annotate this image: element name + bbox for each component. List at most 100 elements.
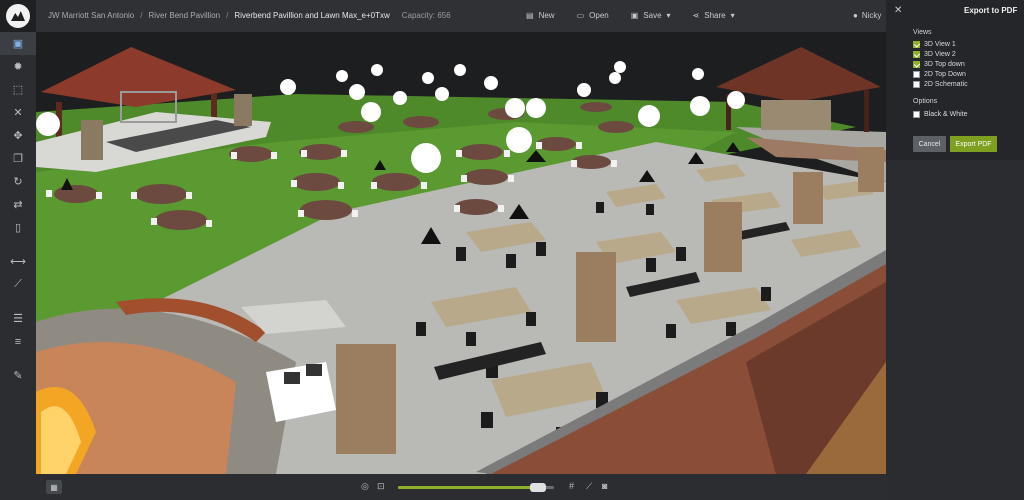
option-label: Black & White bbox=[924, 111, 968, 118]
options-label: Options bbox=[913, 98, 938, 105]
zoom-slider[interactable] bbox=[398, 483, 554, 492]
left-toolbar: ▣ ✹ ⬚ ✕ ✥ ❐ ↻ ⇄ ▯ ⟷ ⟋ ☰ ≡ ✎ bbox=[0, 32, 36, 500]
measure-width-icon: ⟷ bbox=[10, 256, 26, 268]
checkbox-checked[interactable] bbox=[913, 41, 920, 48]
share-button[interactable]: ⋖ Share ▾ bbox=[693, 11, 735, 20]
toolbar-divider bbox=[0, 353, 36, 364]
chevron-down-icon: ▾ bbox=[730, 11, 735, 20]
tool-swap[interactable]: ⇄ bbox=[0, 193, 36, 216]
file-actions: ▤ New ▭ Open ▣ Save ▾ ⋖ Share ▾ bbox=[526, 11, 735, 20]
tool-notes[interactable]: ✎ bbox=[0, 364, 36, 387]
tool-lighting[interactable]: ✹ bbox=[0, 55, 36, 78]
bottom-bar: ▦ ◎ ⊡ # ⟋ ◙ bbox=[36, 474, 886, 500]
tool-copy[interactable]: ❐ bbox=[0, 147, 36, 170]
close-x-icon: ✕ bbox=[13, 107, 23, 119]
logo-icon bbox=[6, 4, 30, 28]
panel-title: Export to PDF bbox=[964, 6, 1018, 15]
checkbox-unchecked[interactable] bbox=[913, 111, 920, 118]
pavilion-post bbox=[864, 90, 869, 132]
option-black-white[interactable]: Black & White bbox=[913, 111, 968, 118]
view-option-2d-schematic[interactable]: 2D Schematic bbox=[913, 81, 968, 88]
tool-align[interactable]: ☰ bbox=[0, 307, 36, 330]
rotate-icon: ↻ bbox=[13, 176, 23, 188]
checkbox-unchecked[interactable] bbox=[913, 71, 920, 78]
capacity-label: Capacity: 656 bbox=[401, 11, 451, 20]
tool-3d-view[interactable]: ▣ bbox=[0, 32, 36, 55]
tool-distribute[interactable]: ≡ bbox=[0, 330, 36, 353]
open-button[interactable]: ▭ Open bbox=[577, 11, 609, 20]
zoom-slider-fill bbox=[398, 486, 538, 489]
camera-icon[interactable]: ◙ bbox=[602, 481, 607, 491]
new-file-icon: ▤ bbox=[526, 11, 534, 20]
save-disk-icon: ▣ bbox=[630, 11, 639, 20]
frame-icon[interactable]: ⊡ bbox=[377, 481, 385, 492]
tool-select-frame[interactable]: ⬚ bbox=[0, 78, 36, 101]
view-option-label: 3D Top down bbox=[924, 61, 965, 68]
view-toggle-button[interactable]: ▦ bbox=[46, 480, 62, 494]
new-button[interactable]: ▤ New bbox=[526, 11, 555, 20]
chafing-dish bbox=[284, 372, 300, 384]
open-label: Open bbox=[589, 11, 609, 20]
view-option-3d-view-2[interactable]: 3D View 2 bbox=[913, 51, 956, 58]
move-arrows-icon: ✥ bbox=[13, 130, 23, 142]
3d-viewport[interactable] bbox=[36, 32, 886, 474]
app-logo[interactable] bbox=[0, 0, 36, 32]
tool-measure[interactable]: ⟷ bbox=[0, 250, 36, 273]
cube-3d-icon: ▣ bbox=[12, 38, 24, 50]
align-center-icon: ☰ bbox=[13, 313, 23, 325]
close-icon[interactable]: ✕ bbox=[894, 5, 902, 16]
venue-scene bbox=[36, 32, 886, 474]
view-option-3d-top-down[interactable]: 3D Top down bbox=[913, 61, 965, 68]
view-option-label: 2D Schematic bbox=[924, 81, 968, 88]
tool-rotate[interactable]: ↻ bbox=[0, 170, 36, 193]
distribute-icon: ≡ bbox=[14, 335, 22, 348]
save-button[interactable]: ▣ Save ▾ bbox=[631, 11, 671, 20]
share-label: Share bbox=[704, 11, 726, 20]
edit-note-icon: ✎ bbox=[13, 370, 23, 382]
checkbox-unchecked[interactable] bbox=[913, 81, 920, 88]
share-icon: ⋖ bbox=[692, 11, 700, 20]
views-label: Views bbox=[913, 29, 932, 36]
swap-arrows-icon: ⇄ bbox=[13, 199, 23, 211]
new-label: New bbox=[538, 11, 555, 20]
panel-background bbox=[886, 160, 1024, 500]
export-dialog: ✕ Export to PDF Views 3D View 1 3D View … bbox=[886, 0, 1024, 160]
view-option-label: 3D View 2 bbox=[924, 51, 956, 58]
zoom-slider-thumb[interactable] bbox=[530, 483, 546, 492]
toolbar-divider bbox=[0, 296, 36, 307]
breadcrumb-room[interactable]: River Bend Pavillion bbox=[149, 11, 221, 20]
sun-light-icon: ✹ bbox=[13, 61, 23, 73]
cancel-button[interactable]: Cancel bbox=[913, 136, 946, 152]
trash-icon: ▯ bbox=[14, 222, 22, 234]
tool-delete[interactable]: ▯ bbox=[0, 216, 36, 239]
ruler-icon: ⟋ bbox=[14, 278, 22, 290]
grid-hash-icon[interactable]: # bbox=[569, 481, 574, 491]
export-panel: ✕ Export to PDF Views 3D View 1 3D View … bbox=[886, 0, 1024, 500]
folder-icon: ▭ bbox=[576, 11, 585, 20]
breadcrumb-venue[interactable]: JW Marriott San Antonio bbox=[48, 11, 134, 20]
tool-deselect[interactable]: ✕ bbox=[0, 101, 36, 124]
chafing-dish bbox=[306, 364, 322, 376]
checkbox-checked[interactable] bbox=[913, 51, 920, 58]
breadcrumb-layout: Riverbend Pavillion and Lawn Max_e+0Txw bbox=[234, 11, 390, 20]
target-icon[interactable]: ◎ bbox=[361, 481, 369, 492]
breadcrumb: JW Marriott San Antonio / River Bend Pav… bbox=[48, 11, 451, 20]
stone-pillar bbox=[234, 94, 252, 126]
view-option-label: 2D Top Down bbox=[924, 71, 966, 78]
checkbox-checked[interactable] bbox=[913, 61, 920, 68]
export-pdf-button[interactable]: Export PDF bbox=[950, 136, 997, 152]
tool-ruler[interactable]: ⟋ bbox=[0, 273, 36, 296]
user-icon: ● bbox=[853, 11, 858, 20]
tool-move[interactable]: ✥ bbox=[0, 124, 36, 147]
user-menu[interactable]: ● Nicky bbox=[853, 11, 881, 20]
chevron-down-icon: ▾ bbox=[666, 11, 671, 20]
layers-icon: ▦ bbox=[50, 482, 58, 492]
bar-counter bbox=[761, 100, 831, 130]
breadcrumb-separator: / bbox=[140, 11, 143, 20]
save-label: Save bbox=[643, 11, 662, 20]
view-option-2d-top-down[interactable]: 2D Top Down bbox=[913, 71, 966, 78]
stone-pillar bbox=[81, 120, 103, 160]
view-option-3d-view-1[interactable]: 3D View 1 bbox=[913, 41, 956, 48]
pencil-icon[interactable]: ⟋ bbox=[586, 481, 592, 492]
user-name: Nicky bbox=[861, 11, 882, 20]
